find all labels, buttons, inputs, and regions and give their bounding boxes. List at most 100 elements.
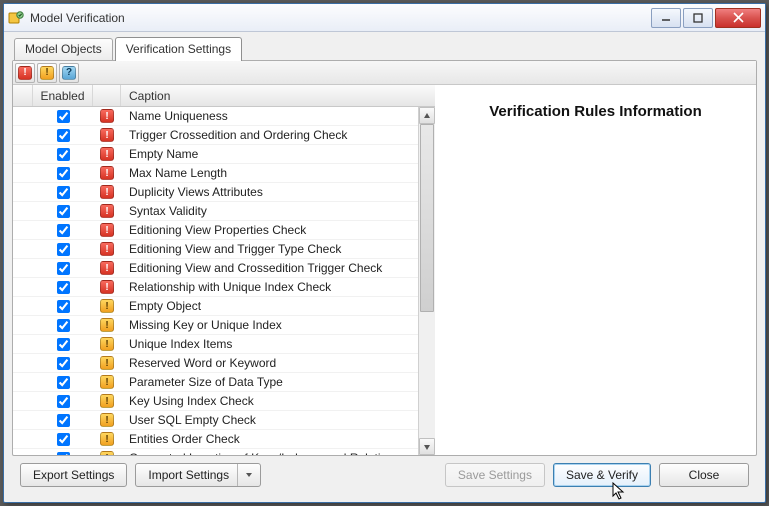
rule-caption: Max Name Length <box>121 166 418 180</box>
maximize-button[interactable] <box>683 8 713 28</box>
close-window-button[interactable] <box>715 8 761 28</box>
table-row[interactable]: ! Max Name Length <box>13 164 418 183</box>
grid-vertical-scrollbar[interactable] <box>418 107 435 455</box>
rule-enabled-checkbox[interactable] <box>57 186 70 199</box>
warning-icon: ! <box>100 318 114 332</box>
table-row[interactable]: !Duplicity Views Attributes <box>13 183 418 202</box>
rule-caption: Key Using Index Check <box>121 394 418 408</box>
error-icon: ! <box>100 166 114 180</box>
rule-caption: Trigger Crossedition and Ordering Check <box>121 128 418 142</box>
table-row[interactable]: ! Editioning View and Trigger Type Check <box>13 240 418 259</box>
import-settings-button[interactable]: Import Settings <box>135 463 261 487</box>
rule-enabled-checkbox[interactable] <box>57 319 70 332</box>
table-row[interactable]: ! Parameter Size of Data Type <box>13 373 418 392</box>
rule-enabled-checkbox[interactable] <box>57 452 70 456</box>
import-settings-label: Import Settings <box>148 468 229 482</box>
rule-enabled-checkbox[interactable] <box>57 376 70 389</box>
table-row[interactable]: !Trigger Crossedition and Ordering Check <box>13 126 418 145</box>
rule-enabled-checkbox[interactable] <box>57 129 70 142</box>
error-icon: ! <box>100 261 114 275</box>
model-verification-window: Model Verification Model Objects Verific… <box>3 3 766 503</box>
table-row[interactable]: !Name Uniqueness <box>13 107 418 126</box>
rule-caption: Name Uniqueness <box>121 109 418 123</box>
rule-caption: Empty Name <box>121 147 418 161</box>
table-row[interactable]: ! Unique Index Items <box>13 335 418 354</box>
error-icon: ! <box>100 204 114 218</box>
rule-enabled-checkbox[interactable] <box>57 224 70 237</box>
rule-caption: Syntax Validity <box>121 204 418 218</box>
warning-icon: ! <box>100 356 114 370</box>
rule-caption: Editioning View Properties Check <box>121 223 418 237</box>
scroll-down-button[interactable] <box>419 438 435 455</box>
rule-enabled-checkbox[interactable] <box>57 433 70 446</box>
rule-enabled-checkbox[interactable] <box>57 205 70 218</box>
app-icon <box>8 10 24 26</box>
save-settings-button[interactable]: Save Settings <box>445 463 545 487</box>
table-row[interactable]: !Editioning View and Crossedition Trigge… <box>13 259 418 278</box>
warning-icon: ! <box>100 451 114 455</box>
rule-enabled-checkbox[interactable] <box>57 395 70 408</box>
table-row[interactable]: ! Key Using Index Check <box>13 392 418 411</box>
info-panel-title: Verification Rules Information <box>445 103 746 120</box>
rule-caption: Unique Index Items <box>121 337 418 351</box>
rule-enabled-checkbox[interactable] <box>57 148 70 161</box>
table-row[interactable]: ! Editioning View Properties Check <box>13 221 418 240</box>
table-row[interactable]: !Entities Order Check <box>13 430 418 449</box>
info-icon: ? <box>62 66 76 80</box>
warning-icon: ! <box>100 413 114 427</box>
warning-icon: ! <box>100 375 114 389</box>
rule-enabled-checkbox[interactable] <box>57 243 70 256</box>
filter-warnings-button[interactable]: ! <box>37 63 57 83</box>
column-caption[interactable]: Caption <box>121 85 435 106</box>
rule-enabled-checkbox[interactable] <box>57 357 70 370</box>
tab-strip: Model Objects Verification Settings <box>14 38 757 60</box>
table-row[interactable]: !Generated Location of Keys/Indexes and … <box>13 449 418 455</box>
table-row[interactable]: ! Empty Name <box>13 145 418 164</box>
window-title: Model Verification <box>30 11 125 25</box>
close-button[interactable]: Close <box>659 463 749 487</box>
dialog-footer: Export Settings Import Settings Save Set… <box>12 456 757 494</box>
save-and-verify-button[interactable]: Save & Verify <box>553 463 651 487</box>
rule-caption: Editioning View and Trigger Type Check <box>121 242 418 256</box>
error-icon: ! <box>100 147 114 161</box>
table-row[interactable]: ! Empty Object <box>13 297 418 316</box>
warning-icon: ! <box>100 337 114 351</box>
rule-caption: Empty Object <box>121 299 418 313</box>
filter-info-button[interactable]: ? <box>59 63 79 83</box>
rule-enabled-checkbox[interactable] <box>57 110 70 123</box>
column-enabled[interactable]: Enabled <box>33 85 93 106</box>
minimize-button[interactable] <box>651 8 681 28</box>
scroll-track[interactable] <box>419 124 435 438</box>
tab-model-objects[interactable]: Model Objects <box>14 38 113 60</box>
error-icon: ! <box>100 223 114 237</box>
import-settings-dropdown[interactable] <box>242 471 256 479</box>
table-row[interactable]: ! Syntax Validity <box>13 202 418 221</box>
table-row[interactable]: ! Relationship with Unique Index Check <box>13 278 418 297</box>
rule-enabled-checkbox[interactable] <box>57 300 70 313</box>
tab-verification-settings[interactable]: Verification Settings <box>115 37 242 61</box>
rule-enabled-checkbox[interactable] <box>57 281 70 294</box>
rule-caption: Relationship with Unique Index Check <box>121 280 418 294</box>
table-row[interactable]: !Reserved Word or Keyword <box>13 354 418 373</box>
window-controls <box>649 8 761 28</box>
rule-enabled-checkbox[interactable] <box>57 262 70 275</box>
error-icon: ! <box>18 66 32 80</box>
table-row[interactable]: ! User SQL Empty Check <box>13 411 418 430</box>
rule-caption: Parameter Size of Data Type <box>121 375 418 389</box>
filter-errors-button[interactable]: ! <box>15 63 35 83</box>
error-icon: ! <box>100 242 114 256</box>
titlebar: Model Verification <box>4 4 765 32</box>
rule-enabled-checkbox[interactable] <box>57 167 70 180</box>
warning-icon: ! <box>100 394 114 408</box>
error-icon: ! <box>100 280 114 294</box>
rule-enabled-checkbox[interactable] <box>57 338 70 351</box>
scroll-up-button[interactable] <box>419 107 435 124</box>
chevron-down-icon <box>245 471 253 479</box>
table-row[interactable]: !Missing Key or Unique Index <box>13 316 418 335</box>
warning-icon: ! <box>100 299 114 313</box>
scroll-thumb[interactable] <box>420 124 434 312</box>
rule-caption: User SQL Empty Check <box>121 413 418 427</box>
rule-caption: Entities Order Check <box>121 432 418 446</box>
rule-enabled-checkbox[interactable] <box>57 414 70 427</box>
export-settings-button[interactable]: Export Settings <box>20 463 127 487</box>
